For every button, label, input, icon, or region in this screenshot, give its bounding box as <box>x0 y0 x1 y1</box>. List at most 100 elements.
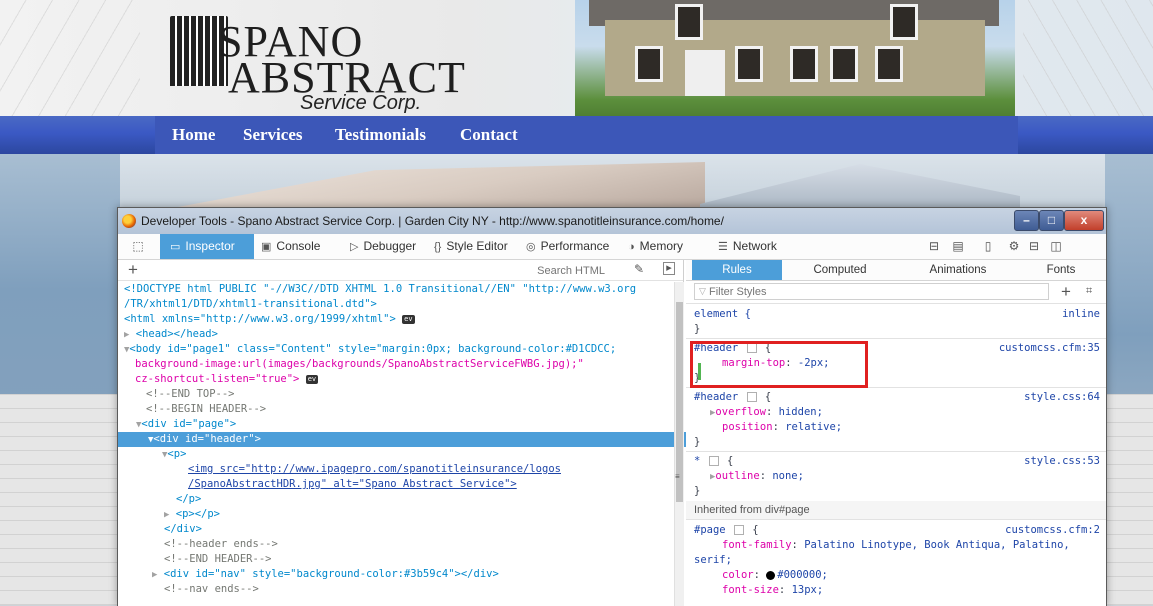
property-name[interactable]: color <box>722 569 754 581</box>
property-value[interactable]: #000000; <box>777 569 828 581</box>
tab-console[interactable]: ▣ Console <box>261 234 320 259</box>
event-badge[interactable]: ev <box>305 374 319 384</box>
dock-bottom-icon[interactable]: ⊟ <box>1026 238 1042 254</box>
rule-source[interactable]: style.css:53 <box>1024 454 1100 469</box>
tab-memory[interactable]: ◑ Memory <box>628 234 683 259</box>
tab-inspector[interactable]: ▭ Inspector <box>160 234 254 259</box>
declaration[interactable]: ▶outline: none; <box>694 469 1106 484</box>
declaration[interactable]: font-family: Palatino Linotype, Book Ant… <box>694 538 1106 553</box>
background-left-panel <box>0 154 120 605</box>
nav-home[interactable]: Home <box>172 125 215 145</box>
markup-scrollbar[interactable]: ≡ <box>674 282 684 606</box>
split-console-icon[interactable]: ▯ <box>980 238 996 254</box>
rule-source[interactable]: style.css:64 <box>1024 390 1100 405</box>
declaration[interactable]: color: #000000; <box>694 568 1106 583</box>
markup-line[interactable]: </div> <box>118 522 717 537</box>
markup-line[interactable]: ▼<div id="page"> <box>118 417 689 432</box>
window-titlebar[interactable]: Developer Tools - Spano Abstract Service… <box>118 208 1106 234</box>
toggle-sidebar-icon[interactable]: ▸ <box>663 262 675 275</box>
markup-line-selected[interactable]: ▼<div id="header"> <box>118 432 701 447</box>
property-name[interactable]: font-size <box>722 584 779 596</box>
rule-selector[interactable]: #page {customcss.cfm:2 <box>694 523 1100 538</box>
markup-line[interactable]: <img src="http://www.ipagepro.com/spanot… <box>118 462 741 477</box>
tab-fonts[interactable]: Fonts <box>1016 260 1106 280</box>
add-rule-icon[interactable]: + <box>1061 281 1071 303</box>
property-value[interactable]: 13px; <box>792 584 824 596</box>
property-value[interactable]: Palatino Linotype, Book Antiqua, Palatin… <box>804 539 1070 551</box>
expand-arrow-icon[interactable]: ▶ <box>152 570 157 580</box>
house-window <box>875 46 903 82</box>
markup-line[interactable]: ▶ <head></head> <box>118 327 677 342</box>
close-button[interactable]: x <box>1064 210 1104 231</box>
gear-icon[interactable]: ⚙ <box>1006 238 1022 254</box>
add-node-icon[interactable]: + <box>128 260 138 280</box>
declaration[interactable]: position: relative; <box>694 420 1106 435</box>
rule-checkbox-icon[interactable] <box>708 456 719 466</box>
declaration[interactable]: font-size: 13px; <box>694 583 1106 598</box>
property-name[interactable]: font-family <box>722 539 792 551</box>
markup-line[interactable]: </p> <box>118 492 729 507</box>
splitter-handle-icon[interactable]: ≡ <box>675 472 680 481</box>
property-value[interactable]: relative; <box>785 421 842 433</box>
rule-checkbox-icon[interactable] <box>733 525 744 535</box>
property-value[interactable]: serif; <box>694 554 732 566</box>
markup-line[interactable]: /TR/xhtml1/DTD/xhtml1-transitional.dtd"> <box>118 297 677 312</box>
pseudo-class-toggle-icon[interactable]: ⌗ <box>1086 285 1092 298</box>
declaration[interactable]: ▶overflow: hidden; <box>694 405 1106 420</box>
minimize-button[interactable]: – <box>1014 210 1039 231</box>
color-swatch-icon[interactable] <box>766 570 776 580</box>
property-name[interactable]: position <box>722 421 773 433</box>
nav-contact[interactable]: Contact <box>460 125 518 145</box>
element-picker-icon[interactable]: ⬚ <box>130 238 146 254</box>
dock-side-icon[interactable]: ◫ <box>1048 238 1064 254</box>
header-selector: #header <box>694 391 739 403</box>
tab-animations[interactable]: Animations <box>908 260 1008 280</box>
markup-line[interactable]: <!DOCTYPE html PUBLIC "-//W3C//DTD XHTML… <box>118 282 677 297</box>
markup-line[interactable]: <!--header ends--> <box>118 537 717 552</box>
property-value[interactable]: none; <box>772 470 804 482</box>
markup-line[interactable]: ▶ <p></p> <box>118 507 717 522</box>
property-name[interactable]: overflow <box>715 406 766 418</box>
expand-arrow-icon[interactable]: ▶ <box>124 330 129 340</box>
property-name[interactable]: outline <box>715 470 759 482</box>
filter-styles-input[interactable] <box>694 283 1049 300</box>
eyedropper-icon[interactable]: ✎ <box>634 262 644 276</box>
tab-style-editor[interactable]: {} Style Editor <box>434 234 508 259</box>
expand-arrow-icon[interactable]: ▶ <box>164 510 169 520</box>
search-html-input[interactable] <box>473 261 607 280</box>
markup-line[interactable]: /SpanoAbstractHDR.jpg" alt="Spano Abstra… <box>118 477 741 492</box>
markup-line[interactable]: <!--nav ends--> <box>118 582 717 597</box>
tab-rules[interactable]: Rules <box>692 260 782 280</box>
rule-selector[interactable]: #header {style.css:64 <box>694 390 1100 405</box>
responsive-design-icon[interactable]: ⊟ <box>926 238 942 254</box>
rule-selector[interactable]: * {style.css:53 <box>694 454 1100 469</box>
markup-line[interactable]: ▶ <div id="nav" style="background-color:… <box>118 567 705 582</box>
nav-bar: Home Services Testimonials Contact <box>155 116 1018 154</box>
tab-debugger[interactable]: ▷ Debugger <box>350 234 416 259</box>
nav-testimonials[interactable]: Testimonials <box>335 125 426 145</box>
site-logo[interactable]: SPANO ABSTRACT Service Corp. <box>170 8 470 114</box>
rule-selector[interactable]: element {inline <box>694 307 1100 322</box>
property-value[interactable]: hidden; <box>779 406 823 418</box>
house-window <box>790 46 818 82</box>
nav-services[interactable]: Services <box>243 125 302 145</box>
markup-line[interactable]: ▼<p> <box>118 447 715 462</box>
tab-computed[interactable]: Computed <box>790 260 890 280</box>
p-close-tag: </p> <box>176 493 202 505</box>
rule-source[interactable]: customcss.cfm:2 <box>1005 523 1100 538</box>
maximize-button[interactable]: □ <box>1039 210 1064 231</box>
markup-line[interactable]: background-image:url(images/backgrounds/… <box>118 357 688 372</box>
markup-line[interactable]: cz-shortcut-listen="true"> ev <box>118 372 688 387</box>
markup-line[interactable]: ▼<body id="page1" class="Content" style=… <box>118 342 677 357</box>
tab-performance[interactable]: ◎ Performance <box>526 234 609 259</box>
markup-line[interactable]: <!--END HEADER--> <box>118 552 717 567</box>
markup-line[interactable]: <html xmlns="http://www.w3.org/1999/xhtm… <box>118 312 677 327</box>
rule-source[interactable]: inline <box>1062 307 1100 322</box>
rule-source[interactable]: customcss.cfm:35 <box>999 341 1100 356</box>
tab-network[interactable]: ☰ Network <box>718 234 777 259</box>
scratchpad-icon[interactable]: ▤ <box>950 238 966 254</box>
event-badge[interactable]: ev <box>402 314 415 324</box>
rule-checkbox-icon[interactable] <box>746 392 757 402</box>
markup-line[interactable]: <!--BEGIN HEADER--> <box>118 402 699 417</box>
markup-line[interactable]: <!--END TOP--> <box>118 387 699 402</box>
